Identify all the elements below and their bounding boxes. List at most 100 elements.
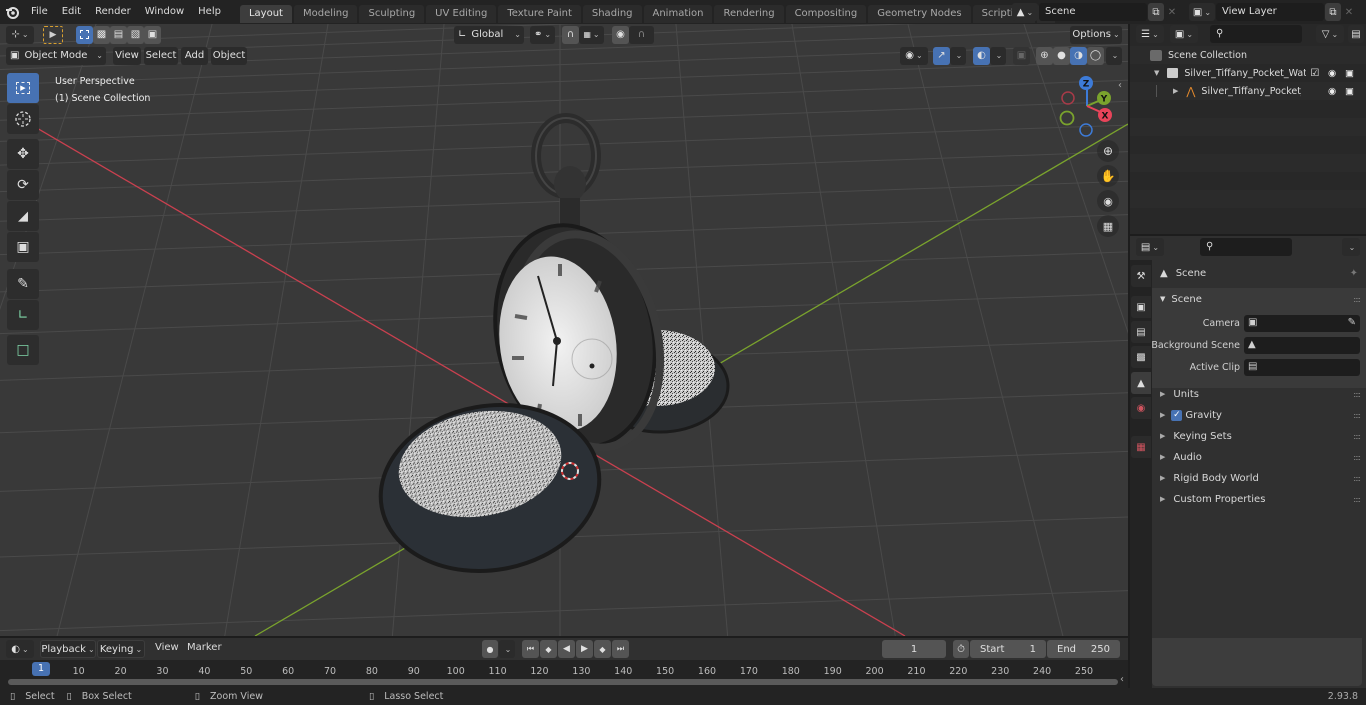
end-frame-field[interactable]: End 250: [1047, 640, 1120, 658]
visibility-dropdown[interactable]: ◉ ⌄: [900, 46, 928, 65]
overlays-toggle[interactable]: ◐: [973, 46, 990, 65]
eyedropper-icon[interactable]: ✎: [1348, 317, 1356, 328]
tab-modeling[interactable]: Modeling: [293, 4, 358, 23]
3d-viewport[interactable]: ⊹ ⌄ ▶ ▩ ▤ ▧ ▣ ∟ Global ⌄ ⚭ ⌄ ∩ ▦ ⌄ ◉ ∩ Option…: [0, 24, 1128, 636]
xray-toggle[interactable]: ▣: [1013, 46, 1030, 65]
tab-tool[interactable]: ⚒: [1131, 265, 1151, 287]
display-mode-dropdown[interactable]: ▣ ⌄: [1170, 25, 1198, 43]
options-dropdown[interactable]: Options ⌄: [1070, 25, 1122, 44]
tool-add-cube[interactable]: □: [7, 335, 39, 365]
tab-sculpting[interactable]: Sculpting: [359, 4, 425, 23]
play-reverse-button[interactable]: ◀: [558, 640, 575, 658]
scene-browse-button[interactable]: ▲ ⌄: [1012, 3, 1038, 21]
play-button[interactable]: ▶: [576, 640, 593, 658]
menu-help[interactable]: Help: [191, 0, 228, 24]
render-camera-icon[interactable]: ▣: [1345, 86, 1354, 97]
pan-button[interactable]: ✋: [1097, 165, 1119, 187]
scene-panel-header[interactable]: ▼ Scene ::::: [1152, 288, 1366, 310]
outliner-search-input[interactable]: ⚲: [1210, 25, 1302, 43]
tab-render[interactable]: ▣: [1131, 296, 1151, 318]
panel-gravity[interactable]: ▶ ✓ Gravity::::: [1152, 405, 1366, 425]
panel-units[interactable]: ▶ Units::::: [1152, 384, 1366, 404]
select-intersect-button[interactable]: ▣: [144, 25, 161, 44]
auto-keying-dropdown[interactable]: ⌄: [499, 640, 515, 658]
perspective-toggle-button[interactable]: ▦: [1097, 215, 1119, 237]
tab-uv-editing[interactable]: UV Editing: [426, 4, 497, 23]
overlays-dropdown[interactable]: ⌄: [990, 46, 1006, 65]
select-new-button[interactable]: [76, 25, 93, 44]
pin-icon[interactable]: ✦: [1350, 268, 1358, 279]
tool-rotate[interactable]: ⟳: [7, 170, 39, 200]
tab-world[interactable]: ◉: [1131, 397, 1151, 419]
shading-rendered-button[interactable]: ◯: [1087, 46, 1104, 65]
blender-logo-icon[interactable]: [0, 0, 24, 24]
outliner-row-scene-collection[interactable]: Scene Collection: [1130, 46, 1366, 64]
shading-wireframe-button[interactable]: ⊕: [1036, 46, 1053, 65]
outliner-row-object[interactable]: ▶ ⋀ Silver_Tiffany_Pocket_Wa ◉ ▣: [1130, 82, 1366, 100]
menu-select[interactable]: Select: [144, 46, 178, 65]
camera-field[interactable]: ▣ ✎: [1244, 315, 1360, 332]
navigation-gizmo[interactable]: Z Y X: [1055, 74, 1125, 139]
tab-layout[interactable]: Layout: [239, 4, 292, 23]
new-scene-button[interactable]: ⧉: [1148, 3, 1164, 21]
gizmo-toggle[interactable]: ↗: [933, 46, 950, 65]
playhead[interactable]: 1: [32, 662, 50, 676]
tab-compositing[interactable]: Compositing: [785, 4, 867, 23]
panel-rigid-body-world[interactable]: ▶ Rigid Body World::::: [1152, 468, 1366, 488]
tab-rendering[interactable]: Rendering: [714, 4, 784, 23]
gizmo-dropdown[interactable]: ⌄: [950, 46, 966, 65]
object-mode-dropdown[interactable]: ▣ Object Mode ⌄: [6, 46, 106, 65]
tool-scale[interactable]: ◢: [7, 201, 39, 231]
tool-select-box[interactable]: ▶: [7, 73, 39, 103]
shading-dropdown[interactable]: ⌄: [1106, 46, 1122, 65]
panel-audio[interactable]: ▶ Audio::::: [1152, 447, 1366, 467]
playback-dropdown[interactable]: Playback ⌄: [40, 640, 96, 658]
editor-type-button[interactable]: ⊹ ⌄: [6, 25, 34, 44]
render-camera-icon[interactable]: ▣: [1345, 68, 1354, 79]
snap-toggle[interactable]: ∩: [562, 25, 579, 44]
transform-orientation-dropdown[interactable]: ∟ Global ⌄: [454, 25, 524, 44]
expand-right-icon[interactable]: ▶: [1173, 87, 1178, 95]
tab-shading[interactable]: Shading: [582, 4, 642, 23]
jump-to-start-button[interactable]: ⏮: [522, 640, 539, 658]
zoom-button[interactable]: ⊕: [1097, 140, 1119, 162]
auto-keying-button[interactable]: ●: [482, 640, 498, 658]
visibility-eye-icon[interactable]: ◉: [1328, 86, 1336, 97]
jump-to-prev-keyframe-button[interactable]: ◆: [540, 640, 557, 658]
menu-add[interactable]: Add: [181, 46, 208, 65]
tab-output[interactable]: ▤: [1131, 321, 1151, 343]
background-scene-field[interactable]: ▲: [1244, 337, 1360, 354]
tab-texture-paint[interactable]: Texture Paint: [498, 4, 581, 23]
scene-name-field[interactable]: Scene: [1039, 3, 1147, 21]
menu-window[interactable]: Window: [138, 0, 191, 24]
timeline-expand-chevron[interactable]: ‹: [1120, 674, 1124, 685]
visibility-eye-icon[interactable]: ◉: [1328, 68, 1336, 79]
view-layer-name-field[interactable]: View Layer: [1216, 3, 1324, 21]
falloff-dropdown[interactable]: ∩: [629, 25, 654, 44]
properties-search-input[interactable]: ⚲: [1200, 238, 1292, 256]
tab-scene[interactable]: ▲: [1131, 372, 1151, 394]
active-clip-field[interactable]: ▤: [1244, 359, 1360, 376]
menu-render[interactable]: Render: [88, 0, 138, 24]
view-layer-browse-button[interactable]: ▣ ⌄: [1189, 3, 1215, 21]
menu-edit[interactable]: Edit: [55, 0, 88, 24]
start-frame-field[interactable]: Start 1: [970, 640, 1046, 658]
panel-custom-properties[interactable]: ▶ Custom Properties::::: [1152, 489, 1366, 509]
proportional-edit-toggle[interactable]: ◉: [612, 25, 629, 44]
timeline-ruler[interactable]: 10 20 30 40 50 60 70 80 90 100 110 120 130 140 150 160 1…: [0, 660, 1128, 688]
outliner-editor-type-button[interactable]: ☰ ⌄: [1136, 25, 1164, 43]
active-tool-icon[interactable]: ▶: [43, 25, 63, 44]
timeline-menu-marker[interactable]: Marker: [180, 637, 229, 659]
tool-annotate[interactable]: ✎: [7, 269, 39, 299]
snap-target-dropdown[interactable]: ▦ ⌄: [579, 25, 604, 44]
camera-view-button[interactable]: ◉: [1097, 190, 1119, 212]
outliner-row-collection[interactable]: ▼ Silver_Tiffany_Pocket_Watch_ ☑ ◉ ▣: [1130, 64, 1366, 82]
tab-animation[interactable]: Animation: [643, 4, 713, 23]
jump-to-end-button[interactable]: ⏭: [612, 640, 629, 658]
menu-view[interactable]: View: [113, 46, 141, 65]
keying-dropdown[interactable]: Keying ⌄: [97, 640, 145, 658]
use-preview-range-button[interactable]: ⏱: [953, 640, 969, 658]
pocket-watch-model[interactable]: [370, 96, 750, 576]
shading-solid-button[interactable]: ●: [1053, 46, 1070, 65]
filter-dropdown[interactable]: ▽ ⌄: [1316, 25, 1344, 43]
